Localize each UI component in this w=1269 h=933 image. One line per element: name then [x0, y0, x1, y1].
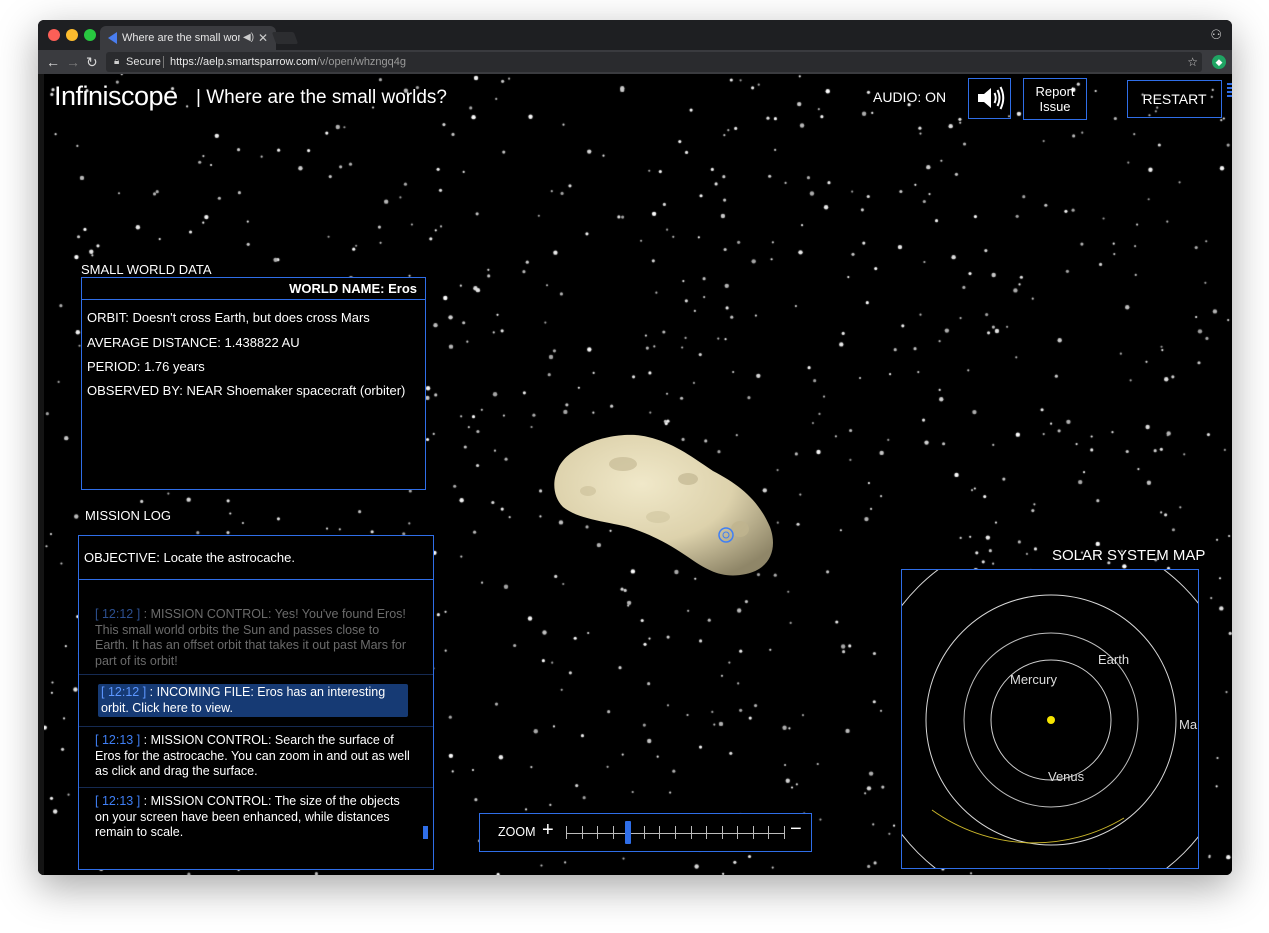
- maximize-window-button[interactable]: [84, 29, 96, 41]
- observed-by-row: OBSERVED BY: NEAR Shoemaker spacecraft (…: [87, 383, 406, 398]
- log-timestamp: [ 12:13 ]: [95, 794, 141, 808]
- period-row: PERIOD: 1.76 years: [87, 359, 205, 374]
- zoom-tick: [613, 826, 614, 839]
- log-entry-incoming-file[interactable]: [ 12:12 ] : INCOMING FILE: Eros has an i…: [98, 684, 408, 717]
- log-entry-1: [ 12:12 ] : MISSION CONTROL: Yes! You've…: [95, 607, 415, 669]
- url-host: https://aelp.smartsparrow.com: [170, 56, 317, 68]
- mission-log-label: MISSION LOG: [85, 508, 171, 523]
- log-timestamp: [ 12:12 ]: [101, 685, 147, 699]
- zoom-control: ZOOM + −: [479, 813, 812, 852]
- mars-label: Ma: [1179, 717, 1198, 732]
- objective-panel: OBJECTIVE: Locate the astrocache.: [78, 535, 434, 581]
- side-menu-icon[interactable]: [1227, 83, 1232, 97]
- extension-icon[interactable]: ◆: [1212, 55, 1226, 69]
- log-text: : MISSION CONTROL: Yes! You've found Ero…: [95, 607, 407, 668]
- address-separator: [163, 56, 164, 68]
- infiniscope-logo: Infiniscope: [54, 81, 178, 111]
- mercury-label: Mercury: [1010, 672, 1057, 687]
- url-text: https://aelp.smartsparrow.com/v/open/whz…: [170, 52, 406, 72]
- crater: [609, 457, 637, 471]
- log-entry-3: [ 12:13 ] : MISSION CONTROL: Search the …: [95, 733, 415, 780]
- reload-icon[interactable]: ↻: [86, 53, 98, 71]
- tab-title: Where are the small worlds: [122, 32, 240, 44]
- solar-system-map[interactable]: Earth Mercury Venus Ma: [901, 569, 1199, 869]
- eros-asteroid[interactable]: [508, 409, 808, 589]
- log-timestamp: [ 12:13 ]: [95, 733, 141, 747]
- tab-strip: Where are the small worlds ◀) ✕ ⚇: [38, 20, 1232, 50]
- page-title: | Where are the small worlds?: [196, 87, 447, 108]
- log-text: : MISSION CONTROL: The size of the objec…: [95, 794, 400, 839]
- asteroid-body: [554, 434, 773, 576]
- orbit-diagram: [902, 570, 1198, 868]
- tab-audio-icon[interactable]: ◀): [243, 26, 254, 50]
- zoom-tick: [768, 826, 769, 839]
- zoom-tick: [582, 826, 583, 839]
- left-edge: [38, 74, 44, 875]
- mission-log-panel[interactable]: [ 12:12 ] : MISSION CONTROL: Yes! You've…: [78, 579, 434, 870]
- secure-label: Secure: [126, 56, 161, 68]
- log-text: : MISSION CONTROL: Search the surface of…: [95, 733, 410, 778]
- zoom-out-button[interactable]: −: [790, 818, 802, 841]
- app-canvas[interactable]: Infiniscope | Where are the small worlds…: [38, 74, 1232, 875]
- zoom-tick: [566, 826, 567, 839]
- zoom-tick: [659, 826, 660, 839]
- zoom-tick: [753, 826, 754, 839]
- sun-icon: [1047, 716, 1055, 724]
- audio-status: AUDIO: ON: [873, 89, 947, 105]
- browser-toolbar: ← → ↻ 🔒︎ Secure https://aelp.smartsparro…: [38, 50, 1232, 74]
- zoom-tick: [597, 826, 598, 839]
- average-distance-row: AVERAGE DISTANCE: 1.438822 AU: [87, 335, 300, 350]
- site-favicon-icon: [108, 32, 117, 44]
- report-issue-button[interactable]: Report Issue: [1023, 78, 1087, 120]
- eros-orbit: [931, 809, 1125, 844]
- log-divider: [79, 787, 433, 788]
- zoom-tick: [737, 826, 738, 839]
- zoom-tick: [784, 826, 785, 839]
- venus-label: Venus: [1048, 769, 1085, 784]
- log-entry-4: [ 12:13 ] : MISSION CONTROL: The size of…: [95, 794, 415, 841]
- zoom-tick: [644, 826, 645, 839]
- world-name-bar: WORLD NAME: Eros: [81, 277, 426, 301]
- close-window-button[interactable]: [48, 29, 60, 41]
- zoom-tick: [722, 826, 723, 839]
- earth-label: Earth: [1098, 652, 1130, 667]
- audio-toggle-button[interactable]: [968, 78, 1011, 119]
- small-world-data-label: SMALL WORLD DATA: [81, 262, 212, 277]
- zoom-tick: [691, 826, 692, 839]
- log-timestamp: [ 12:12 ]: [95, 607, 141, 621]
- orbit-row: ORBIT: Doesn't cross Earth, but does cro…: [87, 310, 370, 325]
- small-world-data-panel: ORBIT: Doesn't cross Earth, but does cro…: [81, 299, 426, 490]
- incognito-icon: ⚇: [1210, 27, 1222, 42]
- log-scrollbar-thumb[interactable]: [423, 826, 428, 839]
- zoom-tick: [706, 826, 707, 839]
- minimize-window-button[interactable]: [66, 29, 78, 41]
- log-divider: [79, 726, 433, 727]
- log-divider: [79, 674, 433, 675]
- crater: [678, 473, 698, 485]
- crater: [646, 511, 670, 523]
- restart-button[interactable]: RESTART: [1127, 80, 1222, 118]
- browser-window: Where are the small worlds ◀) ✕ ⚇ ← → ↻ …: [38, 20, 1232, 875]
- zoom-label: ZOOM: [498, 825, 536, 839]
- speaker-icon: [977, 86, 1004, 110]
- lock-icon: 🔒︎: [114, 56, 120, 67]
- back-arrow-icon[interactable]: ←: [46, 53, 60, 71]
- url-path: /v/open/whzngq4g: [316, 56, 407, 68]
- zoom-in-button[interactable]: +: [542, 819, 554, 842]
- new-tab-button[interactable]: [271, 32, 299, 44]
- crater: [580, 486, 596, 496]
- forward-arrow-icon[interactable]: →: [66, 53, 80, 71]
- browser-tab[interactable]: Where are the small worlds ◀) ✕: [100, 26, 276, 50]
- objective-text: OBJECTIVE: Locate the astrocache.: [84, 550, 295, 565]
- bookmark-star-icon[interactable]: ☆: [1187, 52, 1198, 72]
- tab-close-icon[interactable]: ✕: [258, 26, 268, 50]
- zoom-tick: [675, 826, 676, 839]
- address-bar[interactable]: 🔒︎ Secure https://aelp.smartsparrow.com/…: [106, 52, 1202, 72]
- solar-system-map-label: SOLAR SYSTEM MAP: [1052, 547, 1206, 564]
- zoom-slider-thumb[interactable]: [625, 821, 631, 844]
